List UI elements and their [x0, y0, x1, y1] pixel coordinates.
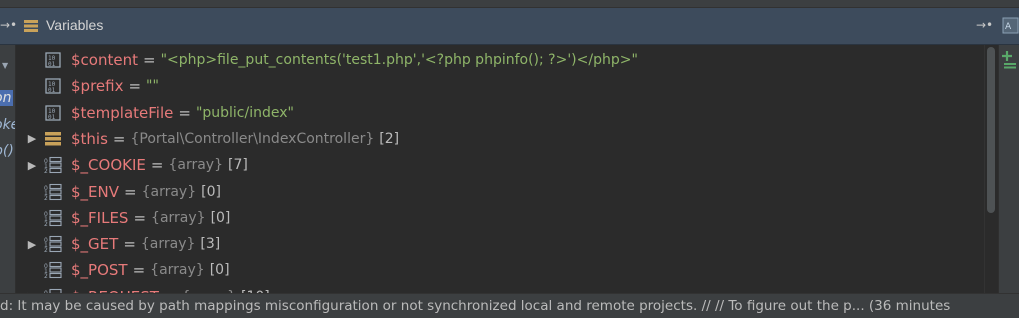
- variable-value: "": [146, 78, 159, 95]
- primitive-var-icon: 10 01: [44, 77, 63, 95]
- svg-text:01: 01: [48, 87, 56, 94]
- svg-text:01: 01: [48, 114, 56, 121]
- variable-row[interactable]: ▶012$_REQUEST = {array}[10]: [17, 284, 984, 293]
- restore-layout-icon[interactable]: →•: [976, 18, 993, 32]
- variable-value: {array}: [168, 157, 223, 174]
- top-window-strip: [0, 0, 1019, 8]
- variable-row[interactable]: 0 1 2 $_FILES = {array} [0]: [17, 205, 984, 231]
- array-icon: 012: [44, 261, 63, 280]
- svg-text:01: 01: [48, 61, 56, 68]
- right-toolbar: [998, 45, 1019, 293]
- variable-value: {array}: [141, 183, 197, 200]
- equals-sign: =: [142, 51, 156, 69]
- variable-row[interactable]: ▶ $this = {Portal\Controller\IndexControl…: [17, 126, 984, 152]
- equals-sign: =: [133, 208, 147, 227]
- array-icon: 012: [44, 235, 63, 254]
- svg-text:2: 2: [44, 221, 48, 227]
- frame-fragment[interactable]: p(): [0, 143, 14, 159]
- equals-sign: =: [178, 103, 191, 122]
- add-watch-icon[interactable]: [1001, 49, 1018, 69]
- panel-title: Variables: [46, 17, 104, 33]
- equals-sign: =: [128, 77, 142, 96]
- variable-name: $_ENV: [71, 182, 120, 201]
- equals-sign: =: [123, 235, 136, 254]
- variable-value: "public/index": [195, 104, 294, 121]
- array-icon: 012: [44, 183, 63, 202]
- object-icon: [44, 130, 63, 148]
- expand-arrow-icon[interactable]: ▶: [17, 159, 41, 172]
- variables-icon: [24, 20, 38, 32]
- variable-row[interactable]: 10 01 $content = "<php>file_put_contents('…: [17, 47, 984, 73]
- watches-toggle-icon[interactable]: A: [1002, 16, 1019, 35]
- variable-value: {array}: [151, 209, 206, 226]
- variable-row[interactable]: 10 01 $templateFile = "public/index": [17, 100, 984, 126]
- variable-row[interactable]: ▶ 0 1 2 $_GET = {array} [3]: [17, 231, 984, 257]
- variables-tree: 10 01 $content = "<php>file_put_contents('…: [17, 45, 984, 293]
- variable-row[interactable]: 0 1 2 $_POST = {array} [0]: [17, 257, 984, 283]
- variable-name: $_COOKIE: [71, 156, 146, 175]
- svg-text:2: 2: [44, 168, 48, 174]
- variable-name: $_POST: [71, 261, 128, 280]
- equals-sign: =: [132, 261, 146, 280]
- variable-row[interactable]: ▶ 0 1 2 $_COOKIE = {array} [7]: [17, 152, 984, 178]
- equals-sign: =: [150, 156, 164, 175]
- variable-name: $content: [71, 51, 138, 69]
- child-count: [0]: [209, 262, 230, 279]
- child-count: [0]: [201, 183, 221, 200]
- collapse-triangle-icon[interactable]: ▼: [2, 61, 8, 70]
- expand-arrow-icon[interactable]: ▶: [17, 132, 41, 145]
- equals-sign: =: [112, 129, 126, 148]
- variable-value: {array}: [150, 262, 205, 279]
- frame-fragment-selected[interactable]: on: [0, 90, 14, 106]
- pin-icon[interactable]: →•: [0, 18, 17, 32]
- status-bar: d: It may be caused by path mappings mis…: [0, 293, 1019, 318]
- variable-row[interactable]: 10 01 $prefix = "": [17, 73, 984, 99]
- primitive-var-icon: 10 01: [44, 104, 63, 122]
- variable-row[interactable]: 0 1 2 $_ENV = {array} [0]: [17, 179, 984, 205]
- variable-name: $this: [71, 129, 108, 148]
- child-count: [0]: [210, 209, 231, 226]
- variable-name: $templateFile: [71, 103, 174, 122]
- svg-text:2: 2: [44, 195, 48, 201]
- variable-name: $_GET: [71, 235, 119, 254]
- variables-panel-header: →• Variables →• A: [0, 8, 1019, 45]
- svg-text:2: 2: [44, 247, 48, 253]
- variable-name: $_FILES: [71, 208, 129, 227]
- svg-text:A: A: [1005, 22, 1012, 32]
- variable-value: "<php>file_put_contents('test1.php','<?p…: [160, 52, 638, 68]
- vertical-scrollbar-thumb[interactable]: [987, 47, 995, 213]
- child-count: [7]: [227, 157, 248, 174]
- expand-arrow-icon[interactable]: ▶: [17, 238, 41, 251]
- primitive-var-icon: 10 01: [44, 51, 63, 69]
- variable-value: {array}: [140, 236, 196, 253]
- array-icon: 012: [44, 209, 63, 228]
- array-icon: 012: [44, 156, 63, 175]
- svg-text:2: 2: [44, 273, 48, 279]
- variable-name: $prefix: [71, 77, 124, 96]
- equals-sign: =: [124, 182, 137, 201]
- child-count: [2]: [379, 130, 400, 147]
- variable-value: {Portal\Controller\IndexController}: [130, 130, 375, 147]
- frames-panel-edge: ▼ on oke p(): [0, 45, 16, 293]
- child-count: [3]: [200, 236, 221, 253]
- frame-fragment[interactable]: oke: [0, 117, 15, 133]
